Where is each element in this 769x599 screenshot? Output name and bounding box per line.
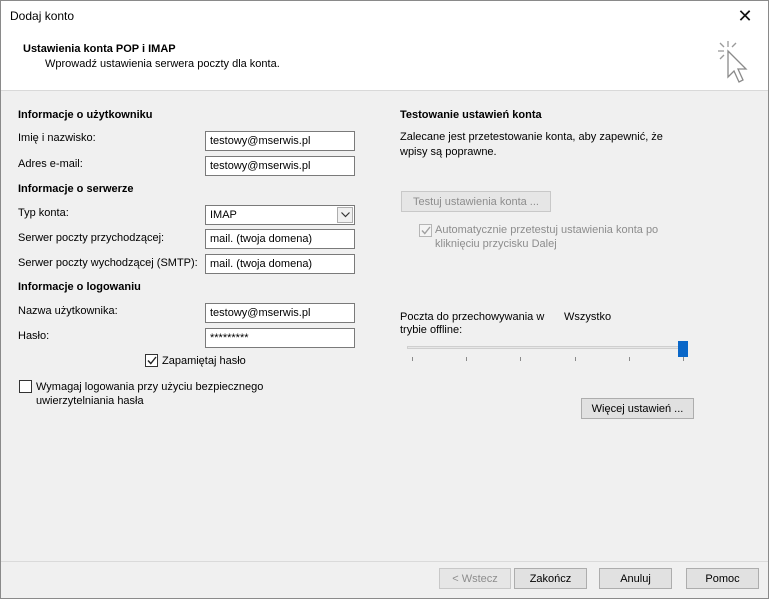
checkmark-icon [146, 356, 157, 365]
test-description-line2: wpisy są poprawne. [400, 146, 497, 158]
account-type-value: IMAP [210, 209, 237, 221]
auto-test-label-line2: kliknięciu przycisku Dalej [435, 238, 557, 250]
remember-password-label: Zapamiętaj hasło [162, 355, 246, 367]
header-title: Ustawienia konta POP i IMAP [23, 43, 176, 55]
slider-tick [683, 357, 684, 361]
incoming-server-field[interactable]: mail. (twoja domena) [205, 229, 355, 249]
slider-tick [629, 357, 630, 361]
checkmark-icon [420, 226, 431, 235]
server-info-title: Informacje o serwerze [18, 183, 134, 195]
account-type-select[interactable]: IMAP [205, 205, 355, 225]
remember-password-checkbox[interactable] [145, 354, 158, 367]
user-info-title: Informacje o użytkowniku [18, 109, 153, 121]
header-subtitle: Wprowadź ustawienia serwera poczty dla k… [45, 58, 280, 70]
spa-checkbox[interactable] [19, 380, 32, 393]
offline-value: Wszystko [564, 311, 612, 323]
test-settings-button[interactable]: Testuj ustawienia konta ... [401, 191, 551, 212]
spa-label-line2: uwierzytelniania hasła [36, 395, 144, 407]
username-label: Nazwa użytkownika: [18, 305, 118, 317]
username-field[interactable]: testowy@mserwis.pl [205, 303, 355, 323]
auto-test-checkbox[interactable] [419, 224, 432, 237]
dialog-header: Ustawienia konta POP i IMAP Wprowadź ust… [1, 31, 768, 91]
chevron-down-icon[interactable] [337, 207, 353, 223]
title-bar: Dodaj konto ✕ [1, 1, 768, 31]
password-field[interactable]: ********* [205, 328, 355, 348]
close-button[interactable]: ✕ [722, 1, 768, 31]
cursor-click-icon [718, 41, 748, 83]
add-account-dialog: Dodaj konto ✕ Ustawienia konta POP i IMA… [0, 0, 769, 599]
offline-slider-thumb[interactable] [678, 341, 688, 357]
slider-tick [575, 357, 576, 361]
slider-tick [520, 357, 521, 361]
back-button[interactable]: < Wstecz [439, 568, 511, 589]
offline-label: Poczta do przechowywania w trybie offlin… [400, 311, 544, 337]
password-label: Hasło: [18, 330, 50, 342]
window-title: Dodaj konto [10, 9, 75, 23]
finish-button[interactable]: Zakończ [514, 568, 587, 589]
outgoing-server-field[interactable]: mail. (twoja domena) [205, 254, 355, 274]
name-label: Imię i nazwisko: [18, 132, 96, 144]
help-button[interactable]: Pomoc [686, 568, 759, 589]
name-field[interactable]: testowy@mserwis.pl [205, 131, 355, 151]
spa-label: Wymagaj logowania przy użyciu bezpieczne… [36, 380, 263, 408]
test-description: Zalecane jest przetestowanie konta, aby … [400, 130, 663, 160]
offline-label-line1: Poczta do przechowywania w [400, 311, 545, 323]
footer-divider [1, 561, 768, 562]
close-icon: ✕ [737, 5, 753, 26]
offline-slider-track[interactable] [407, 346, 688, 349]
auto-test-label-line1: Automatycznie przetestuj ustawienia kont… [435, 224, 659, 236]
more-settings-button[interactable]: Więcej ustawień ... [581, 398, 694, 419]
offline-label-line2: trybie offline: [400, 324, 463, 336]
spa-label-line1: Wymagaj logowania przy użyciu bezpieczne… [36, 381, 264, 393]
account-type-label: Typ konta: [18, 207, 69, 219]
outgoing-server-label: Serwer poczty wychodzącej (SMTP): [18, 257, 198, 269]
slider-tick [466, 357, 467, 361]
login-info-title: Informacje o logowaniu [18, 281, 141, 293]
email-field[interactable]: testowy@mserwis.pl [205, 156, 355, 176]
test-description-line1: Zalecane jest przetestowanie konta, aby … [400, 131, 663, 143]
auto-test-label: Automatycznie przetestuj ustawienia kont… [435, 223, 658, 251]
test-settings-title: Testowanie ustawień konta [400, 109, 542, 121]
cancel-button[interactable]: Anuluj [599, 568, 672, 589]
incoming-server-label: Serwer poczty przychodzącej: [18, 232, 165, 244]
email-label: Adres e-mail: [18, 158, 83, 170]
slider-tick [412, 357, 413, 361]
